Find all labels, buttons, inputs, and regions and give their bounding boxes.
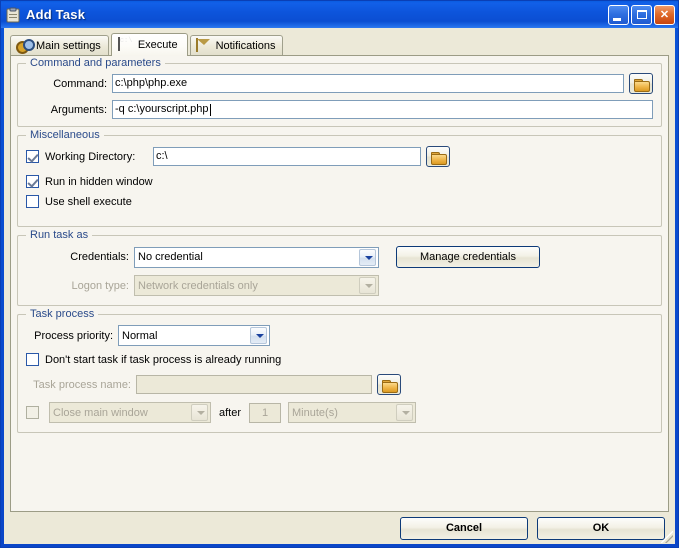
close-button[interactable]: ✕ [654,5,675,25]
logon-type-combo: Network credentials only [134,275,379,296]
resize-grip[interactable] [661,531,673,543]
arguments-label: Arguments: [26,104,112,116]
dialog-footer: Cancel OK [4,512,675,544]
task-process-name-input [136,375,372,394]
credentials-label: Credentials: [26,251,134,263]
maximize-button[interactable] [631,5,652,25]
shell-execute-checkbox[interactable] [26,195,39,208]
command-parameters-title: Command and parameters [26,57,165,69]
working-directory-checkbox[interactable] [26,150,39,163]
close-action-checkbox [26,406,39,419]
tab-execute-label: Execute [138,39,178,51]
working-directory-input[interactable]: c:\ [153,147,421,166]
run-task-as-group: Run task as Credentials: No credential M… [17,235,662,306]
chevron-down-icon[interactable] [359,249,376,266]
tab-notifications[interactable]: Notifications [190,35,284,55]
shell-execute-label: Use shell execute [45,196,132,208]
task-process-name-browse-button [377,374,401,395]
close-action-value: Close main window [53,407,191,419]
close-action-combo: Close main window [49,402,211,423]
mail-icon [196,39,212,53]
process-priority-combo[interactable]: Normal [118,325,270,346]
working-directory-browse-button[interactable] [426,146,450,167]
window-controls: ✕ [608,5,675,25]
after-label: after [211,407,249,419]
task-process-group: Task process Process priority: Normal Do… [17,314,662,433]
after-value-input: 1 [249,403,281,423]
chevron-down-icon [396,404,413,421]
command-input[interactable]: c:\php\php.exe [112,74,624,93]
chevron-down-icon [191,404,208,421]
dialog-client: Main settings Execute Notifications Comm… [4,28,675,544]
after-unit-combo: Minute(s) [288,402,416,423]
arguments-input[interactable]: -q c:\yourscript.php [112,100,653,119]
folder-icon [634,79,649,90]
title-bar[interactable]: Add Task ✕ [1,1,678,28]
tab-main-settings-label: Main settings [36,40,101,52]
tab-execute[interactable]: Execute [111,33,188,56]
logon-type-value: Network credentials only [138,280,359,292]
cancel-button[interactable]: Cancel [400,517,528,540]
credentials-value: No credential [138,251,359,263]
tab-main-settings[interactable]: Main settings [10,35,109,55]
miscellaneous-title: Miscellaneous [26,129,104,141]
add-task-dialog: Add Task ✕ Main settings Execute [0,0,679,548]
maximize-icon [637,10,647,19]
chevron-down-icon[interactable] [250,327,267,344]
hidden-window-label: Run in hidden window [45,176,153,188]
process-priority-label: Process priority: [26,330,118,342]
tab-strip: Main settings Execute Notifications [4,32,675,55]
task-clipboard-icon [5,7,21,23]
miscellaneous-group: Miscellaneous Working Directory: c:\ Run… [17,135,662,227]
dont-start-if-running-checkbox[interactable] [26,353,39,366]
chevron-down-icon [359,277,376,294]
tab-notifications-label: Notifications [216,40,276,52]
command-label: Command: [26,78,112,90]
execute-tab-page: Command and parameters Command: c:\php\p… [10,55,669,512]
hidden-window-checkbox[interactable] [26,175,39,188]
logon-type-label: Logon type: [26,280,134,292]
folder-icon [382,380,397,391]
gears-icon [16,39,32,53]
process-priority-value: Normal [122,330,250,342]
manage-credentials-button[interactable]: Manage credentials [396,246,540,268]
dont-start-if-running-label: Don't start task if task process is alre… [45,354,281,366]
arguments-value: -q c:\yourscript.php [115,101,209,118]
task-process-name-label: Task process name: [26,379,136,391]
command-parameters-group: Command and parameters Command: c:\php\p… [17,63,662,127]
task-process-title: Task process [26,308,98,320]
close-icon: ✕ [655,6,674,24]
run-task-as-title: Run task as [26,229,92,241]
minimize-icon [613,18,621,21]
folder-icon [431,152,446,163]
text-caret [210,104,211,116]
ok-button[interactable]: OK [537,517,665,540]
command-browse-button[interactable] [629,73,653,94]
window-title: Add Task [26,7,608,22]
after-unit-value: Minute(s) [292,407,396,419]
credentials-combo[interactable]: No credential [134,247,379,268]
working-directory-label: Working Directory: [45,151,153,163]
console-icon [118,38,134,52]
minimize-button[interactable] [608,5,629,25]
